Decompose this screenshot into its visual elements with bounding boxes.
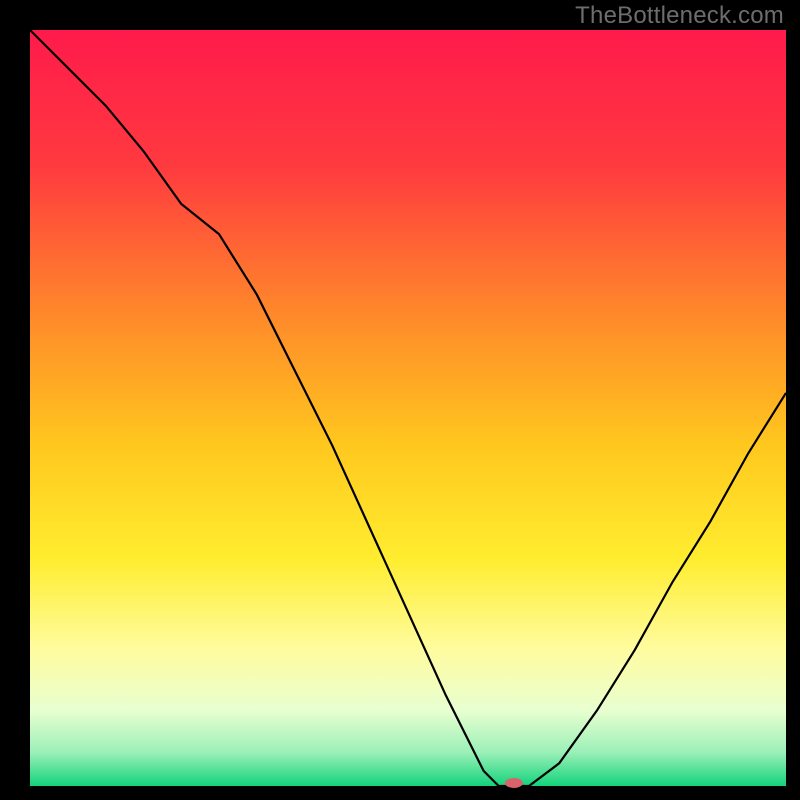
bottleneck-chart [0,0,800,800]
plot-background [30,30,786,786]
chart-frame: TheBottleneck.com [0,0,800,800]
optimum-marker [505,778,523,788]
